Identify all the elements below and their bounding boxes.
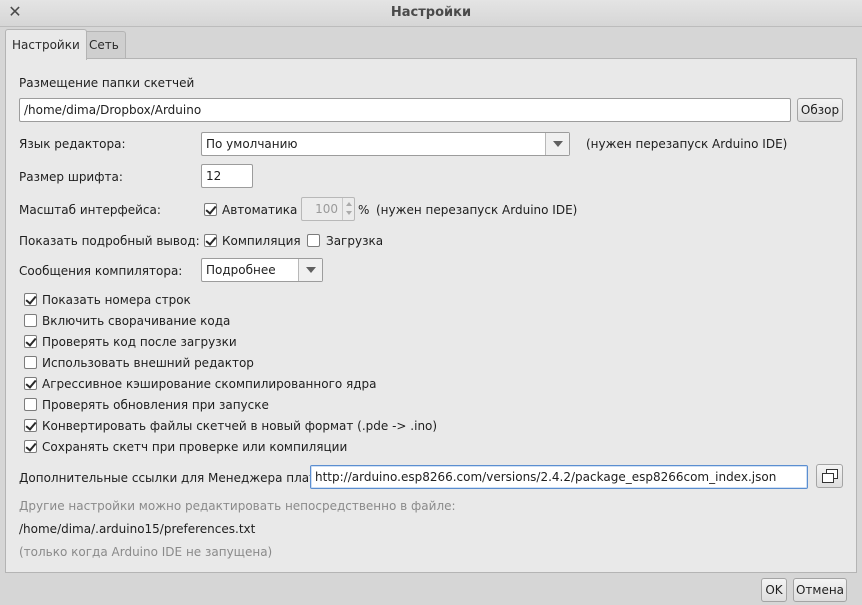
verbose-upload-checkbox[interactable] [307, 234, 320, 247]
spinner-arrows-icon[interactable] [342, 198, 354, 220]
title-bar: ✕ Настройки [0, 0, 862, 27]
ui-scale-spinner[interactable]: 100 [301, 197, 355, 221]
save-on-verify-checkbox[interactable] [24, 440, 37, 453]
convert-sketch-checkbox[interactable] [24, 419, 37, 432]
check-updates-label: Проверять обновления при запуске [42, 398, 269, 412]
ok-button[interactable]: OK [761, 578, 787, 602]
chevron-down-icon [545, 133, 569, 155]
font-size-label: Размер шрифта: [19, 170, 123, 184]
board-urls-label: Дополнительные ссылки для Менеджера плат… [19, 471, 321, 485]
ui-scale-auto-label: Автоматика [222, 203, 298, 217]
settings-panel: Размещение папки скетчей /home/dima/Drop… [5, 58, 857, 573]
ui-scale-note: (нужен перезапуск Arduino IDE) [376, 203, 578, 217]
editor-language-select[interactable]: По умолчанию [201, 132, 570, 156]
tab-network[interactable]: Сеть [82, 31, 126, 59]
cancel-button[interactable]: Отмена [793, 578, 847, 602]
board-urls-edit-button[interactable] [816, 464, 843, 488]
core-cache-label: Агрессивное кэширование скомпилированног… [42, 377, 377, 391]
prefs-note: (только когда Arduino IDE не запущена) [19, 545, 273, 559]
editor-language-value: По умолчанию [206, 137, 298, 151]
ui-scale-label: Масштаб интерфейса: [19, 203, 161, 217]
show-line-numbers-label: Показать номера строк [42, 293, 191, 307]
verbose-compile-checkbox[interactable] [204, 234, 217, 247]
external-editor-label: Использовать внешний редактор [42, 356, 254, 370]
check-updates-checkbox[interactable] [24, 398, 37, 411]
verify-after-upload-label: Проверять код после загрузки [42, 335, 237, 349]
window-title: Настройки [390, 5, 472, 20]
ui-scale-unit: % [358, 203, 370, 217]
font-size-input[interactable]: 12 [201, 164, 253, 188]
sketchbook-label: Размещение папки скетчей [19, 76, 195, 90]
chevron-down-icon [298, 259, 322, 281]
editor-language-note: (нужен перезапуск Arduino IDE) [586, 137, 788, 151]
compiler-warnings-value: Подробнее [206, 263, 276, 277]
compiler-warnings-select[interactable]: Подробнее [201, 258, 323, 282]
external-editor-checkbox[interactable] [24, 356, 37, 369]
tab-settings[interactable]: Настройки [5, 29, 87, 60]
open-window-icon [822, 469, 838, 483]
verbose-compile-label: Компиляция [222, 234, 301, 248]
ui-scale-value: 100 [315, 202, 338, 216]
sketchbook-path-input[interactable]: /home/dima/Dropbox/Arduino [19, 98, 791, 122]
code-folding-label: Включить сворачивание кода [42, 314, 231, 328]
core-cache-checkbox[interactable] [24, 377, 37, 390]
editor-language-label: Язык редактора: [19, 137, 126, 151]
board-urls-input[interactable]: http://arduino.esp8266.com/versions/2.4.… [310, 465, 808, 489]
prefs-path: /home/dima/.arduino15/preferences.txt [19, 522, 256, 536]
compiler-warnings-label: Сообщения компилятора: [19, 264, 183, 278]
code-folding-checkbox[interactable] [24, 314, 37, 327]
verify-after-upload-checkbox[interactable] [24, 335, 37, 348]
convert-sketch-label: Конвертировать файлы скетчей в новый фор… [42, 419, 438, 433]
save-on-verify-label: Сохранять скетч при проверке или компиля… [42, 440, 348, 454]
verbose-label: Показать подробный вывод: [19, 234, 200, 248]
browse-button[interactable]: Обзор [797, 98, 843, 122]
ui-scale-auto-checkbox[interactable] [204, 203, 217, 216]
show-line-numbers-checkbox[interactable] [24, 293, 37, 306]
verbose-upload-label: Загрузка [326, 234, 384, 248]
prefs-hint: Другие настройки можно редактировать неп… [19, 499, 456, 513]
